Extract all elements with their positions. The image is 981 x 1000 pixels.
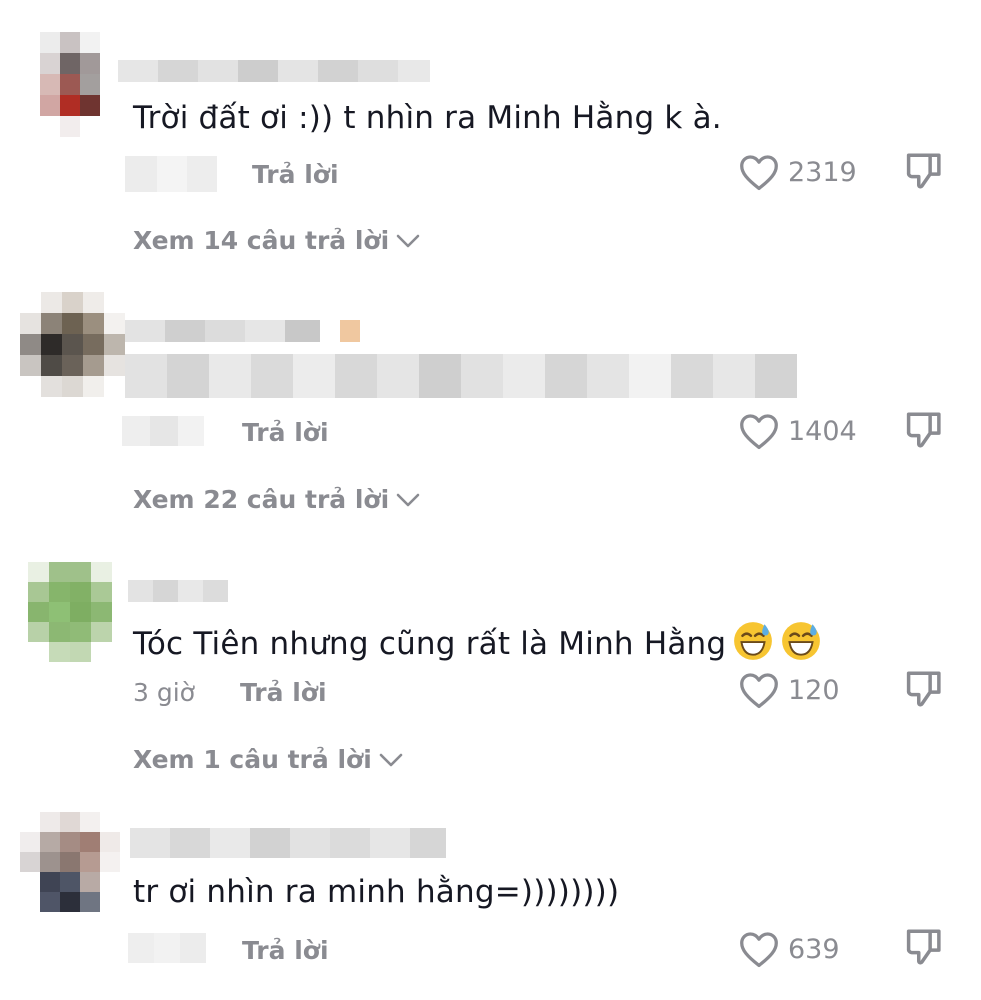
comment-time: 3 giờ [133, 678, 195, 707]
comment-text: tr ơi nhìn ra minh hằng=)))))))) [133, 874, 620, 910]
heart-outline-icon [740, 932, 778, 968]
comment-text: Trời đất ơi :)) t nhìn ra Minh Hằng k à. [133, 100, 722, 136]
view-replies-label: Xem 14 câu trả lời [133, 226, 390, 255]
view-replies-label: Xem 22 câu trả lời [133, 485, 390, 514]
reply-button[interactable]: Trả lời [242, 936, 329, 965]
timestamp-blurred [122, 416, 204, 452]
sweat-smile-emoji-icon [734, 622, 773, 660]
chevron-down-icon [396, 234, 420, 247]
heart-outline-icon [740, 673, 778, 709]
like-button[interactable]: 639 [738, 930, 840, 968]
reply-button[interactable]: Trả lời [252, 160, 339, 189]
sweat-smile-emoji-icon [782, 622, 821, 660]
timestamp-blurred [125, 156, 217, 192]
avatar[interactable] [20, 812, 120, 912]
comment-item: Trả lời 1404 Xem 22 câu trả lời [0, 270, 981, 530]
view-replies-label: Xem 1 câu trả lời [133, 745, 372, 774]
like-count: 639 [788, 933, 840, 965]
thumbs-down-icon[interactable] [903, 668, 945, 710]
comment-text-blurred [125, 354, 797, 398]
username-blurred[interactable] [118, 60, 430, 82]
thumbs-down-icon[interactable] [903, 409, 945, 451]
comment-text-content: Tóc Tiên nhưng cũng rất là Minh Hằng [133, 626, 727, 662]
comment-text: Tóc Tiên nhưng cũng rất là Minh Hằng [133, 620, 822, 662]
view-replies-button[interactable]: Xem 14 câu trả lời [133, 226, 421, 255]
heart-outline-icon [740, 414, 778, 450]
like-button[interactable]: 1404 [738, 412, 857, 450]
avatar[interactable] [40, 32, 100, 137]
like-button[interactable]: 2319 [738, 153, 857, 191]
timestamp-blurred [128, 933, 206, 969]
username-blurred[interactable] [125, 320, 360, 342]
comment-item: Tóc Tiên nhưng cũng rất là Minh Hằng 3 g… [0, 530, 981, 800]
username-blurred[interactable] [128, 580, 228, 602]
like-count: 1404 [788, 415, 857, 447]
username-blurred[interactable] [130, 828, 446, 858]
thumbs-down-icon[interactable] [903, 926, 945, 968]
chevron-down-icon [396, 493, 420, 506]
view-replies-button[interactable]: Xem 1 câu trả lời [133, 745, 404, 774]
chevron-down-icon [379, 753, 403, 766]
comment-item: tr ơi nhìn ra minh hằng=)))))))) Trả lời… [0, 800, 981, 1000]
avatar[interactable] [28, 562, 112, 662]
reply-button[interactable]: Trả lời [242, 418, 329, 447]
reply-button[interactable]: Trả lời [240, 678, 327, 707]
like-count: 2319 [788, 156, 857, 188]
avatar[interactable] [20, 292, 125, 397]
view-replies-button[interactable]: Xem 22 câu trả lời [133, 485, 421, 514]
thumbs-down-icon[interactable] [903, 150, 945, 192]
comment-item: Trời đất ơi :)) t nhìn ra Minh Hằng k à.… [0, 0, 981, 270]
like-button[interactable]: 120 [738, 671, 840, 709]
heart-outline-icon [740, 155, 778, 191]
like-count: 120 [788, 674, 840, 706]
